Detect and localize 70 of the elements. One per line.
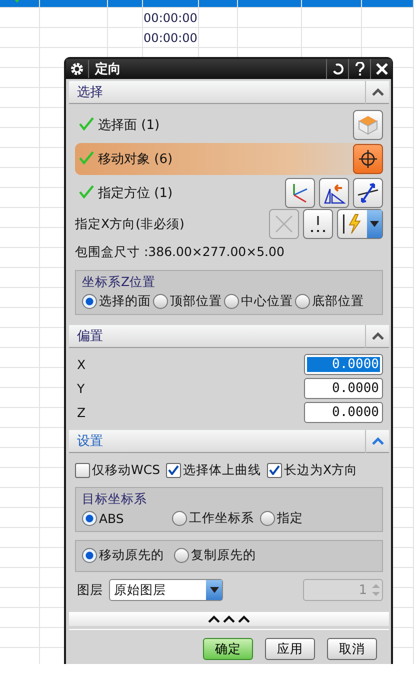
triple-chevron-icon <box>208 615 250 623</box>
selector-row[interactable]: 选择面 (1) <box>75 109 383 141</box>
radio-option[interactable]: 工作坐标系 <box>172 510 254 527</box>
group-title: 坐标系Z位置 <box>82 274 157 291</box>
radio-option[interactable]: 选择的面 <box>82 293 151 310</box>
selector-label: 移动对象 (6) <box>97 151 174 168</box>
table-row[interactable]: 00:00:00 <box>0 28 414 48</box>
check-icon <box>79 150 94 164</box>
bounding-box-size: 包围盒尺寸 :386.00×277.00×5.00 <box>75 244 284 260</box>
crosshair-icon <box>358 149 378 169</box>
radio-option[interactable]: 移动原先的 <box>82 547 164 564</box>
help-icon <box>354 62 364 76</box>
vector-tool-button[interactable] <box>337 209 383 239</box>
double-arrow-icon <box>356 181 380 205</box>
axis-label: Y <box>77 380 85 396</box>
dialog-button[interactable]: 应用 <box>265 638 315 660</box>
table-row[interactable]: 00:00:00 <box>0 8 414 28</box>
layer-dropdown[interactable]: 原始图层 <box>109 579 223 601</box>
time-text: 00:00:00 <box>144 30 198 44</box>
window-title: 定向 <box>88 60 326 78</box>
radio-option[interactable]: 底部位置 <box>295 293 364 310</box>
radio-option[interactable]: 中心位置 <box>224 293 293 310</box>
selector-row[interactable]: 指定方位 (1) <box>75 177 383 209</box>
orient-tool-button[interactable] <box>353 178 383 208</box>
checkmark-icon <box>168 465 180 475</box>
axis-label: X <box>77 356 86 372</box>
cube-icon <box>357 114 379 136</box>
close-icon <box>376 63 388 75</box>
section-header[interactable]: 偏置 <box>69 325 389 348</box>
group-title: 目标坐标系 <box>82 491 148 508</box>
number-input[interactable]: 0.0000 <box>304 354 383 374</box>
section-header[interactable]: 设置 <box>69 430 389 453</box>
radio-option[interactable]: 指定 <box>260 510 303 527</box>
number-input[interactable]: 0.0000 <box>304 402 383 422</box>
reset-icon <box>332 63 344 75</box>
expand-button[interactable] <box>69 612 389 626</box>
radio-option[interactable]: ABS <box>82 510 124 527</box>
section-title: 设置 <box>76 433 104 450</box>
vector-tool-button[interactable] <box>303 209 333 239</box>
active-selector-row[interactable]: 移动对象 (6) <box>75 143 383 175</box>
axis-label: Z <box>77 404 86 420</box>
selector-label: 选择面 (1) <box>97 117 161 134</box>
dialog-button[interactable]: 确定 <box>203 638 253 660</box>
orient-tool-button[interactable] <box>319 178 349 208</box>
number-input[interactable]: 0.0000 <box>304 378 383 398</box>
layer-label: 图层 <box>77 582 103 598</box>
checkbox-option[interactable]: 选择体上曲线 <box>166 462 262 478</box>
select-tool-button[interactable] <box>353 144 383 174</box>
check-icon <box>79 184 94 198</box>
radio-option[interactable]: 顶部位置 <box>153 293 222 310</box>
checkbox-option[interactable]: 长边为X方向 <box>267 462 358 478</box>
selector-label: 指定方位 (1) <box>97 185 174 202</box>
chevron-icon <box>372 88 384 96</box>
section-title: 偏置 <box>76 328 104 345</box>
dialog-button[interactable]: 取消 <box>327 638 377 660</box>
section-header[interactable]: 选择 <box>69 81 389 104</box>
orient-tool-button[interactable] <box>285 178 315 208</box>
chevron-icon <box>372 332 384 340</box>
radio-option[interactable]: 复制原先的 <box>174 547 256 564</box>
checkbox-option[interactable]: 仅移动WCS <box>75 462 160 478</box>
time-text: 00:00:00 <box>144 10 198 24</box>
spinner-arrows-icon <box>370 581 382 599</box>
check-icon <box>79 116 94 130</box>
section-title: 选择 <box>76 84 104 101</box>
cross-arrows-icon <box>273 213 295 235</box>
gear-icon <box>70 62 84 76</box>
x-direction-label: 指定X方向(非必须) <box>75 216 186 232</box>
checkmark-icon <box>269 465 280 475</box>
select-tool-button[interactable] <box>353 110 383 140</box>
chevron-icon <box>372 437 384 445</box>
